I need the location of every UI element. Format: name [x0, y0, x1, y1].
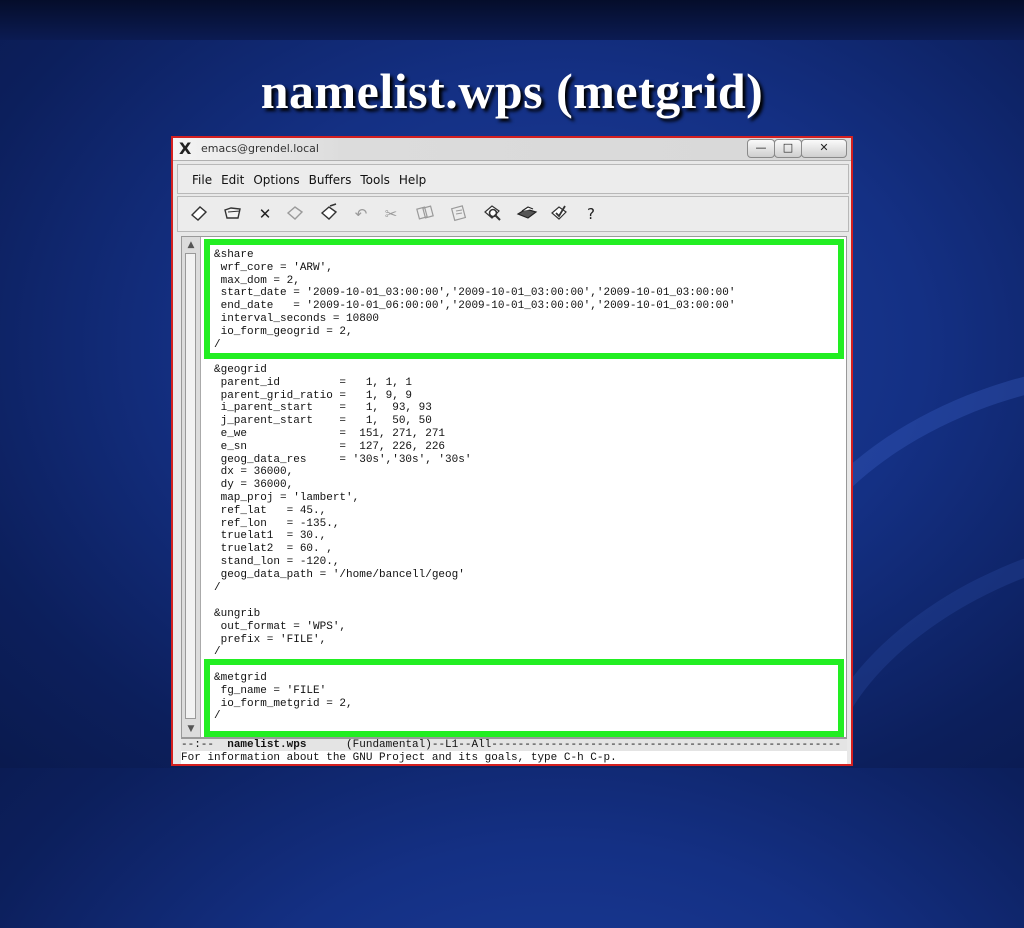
menu-bar: File Edit Options Buffers Tools Help: [177, 164, 849, 194]
vertical-scrollbar[interactable]: ▲ ▼: [182, 237, 201, 737]
slide-top-band: [0, 0, 1024, 40]
code-ungrib-section[interactable]: &ungrib out_format = 'WPS', prefix = 'FI…: [214, 608, 346, 659]
copy-icon[interactable]: [414, 203, 436, 225]
undo-icon[interactable]: ↶: [350, 203, 372, 225]
menu-buffers[interactable]: Buffers: [309, 173, 352, 187]
editor-buffer[interactable]: ▲ ▼ &share wrf_core = 'ARW', max_dom = 2…: [181, 236, 847, 738]
search-icon[interactable]: [482, 203, 504, 225]
share-highlight-box: [204, 239, 844, 359]
window-title: emacs@grendel.local: [201, 142, 319, 155]
emacs-window[interactable]: X emacs@grendel.local — □ ✕ File Edit Opti…: [171, 136, 853, 766]
menu-file[interactable]: File: [192, 173, 212, 187]
modeline-buffer-name: namelist.wps: [227, 739, 307, 751]
menu-help[interactable]: Help: [399, 173, 426, 187]
save-icon[interactable]: [284, 203, 306, 225]
mode-line: --:-- namelist.wps (Fundamental)--L1--Al…: [181, 738, 847, 752]
minimize-button[interactable]: —: [747, 139, 775, 158]
scroll-up-icon[interactable]: ▲: [184, 239, 198, 251]
close-icon[interactable]: ✕: [254, 203, 276, 225]
menu-tools[interactable]: Tools: [360, 173, 390, 187]
close-button[interactable]: ✕: [801, 139, 847, 158]
code-geogrid-section[interactable]: &geogrid parent_id = 1, 1, 1 parent_grid…: [214, 364, 471, 594]
window-titlebar[interactable]: X emacs@grendel.local — □ ✕: [173, 138, 851, 161]
toolbar: ✕ ↶ ✂ ?: [177, 196, 849, 232]
maximize-button[interactable]: □: [774, 139, 802, 158]
minibuffer[interactable]: For information about the GNU Project an…: [181, 751, 847, 764]
menu-edit[interactable]: Edit: [221, 173, 244, 187]
save-as-icon[interactable]: [318, 203, 340, 225]
metgrid-highlight-box: [204, 659, 844, 737]
new-file-icon[interactable]: [188, 203, 210, 225]
spell-check-icon[interactable]: [548, 203, 570, 225]
cut-icon[interactable]: ✂: [380, 203, 402, 225]
modeline-mode: (Fundamental)--L1--All------------------…: [306, 739, 842, 751]
scroll-down-icon[interactable]: ▼: [184, 723, 198, 735]
menu-options[interactable]: Options: [253, 173, 299, 187]
x-logo-icon: X: [179, 139, 192, 158]
open-folder-icon[interactable]: [222, 203, 244, 225]
scrollbar-thumb[interactable]: [185, 253, 196, 719]
slide-title: namelist.wps (metgrid): [260, 63, 764, 119]
print-icon[interactable]: [516, 203, 538, 225]
paste-icon[interactable]: [448, 203, 470, 225]
help-icon[interactable]: ?: [580, 203, 602, 225]
modeline-prefix: --:--: [181, 739, 228, 751]
